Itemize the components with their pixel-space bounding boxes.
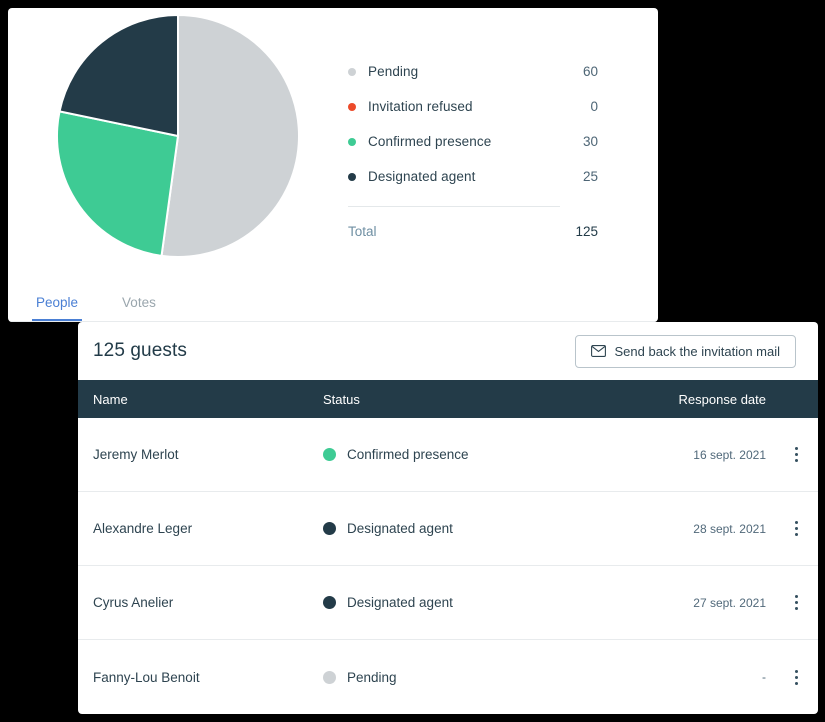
chart-legend: Pending 60 Invitation refused 0 Confirme… — [348, 8, 598, 251]
legend-value-invitation-refused: 0 — [590, 99, 598, 114]
pie-slice-pending — [160, 14, 300, 258]
table-row[interactable]: Cyrus Anelier Designated agent 27 sept. 20… — [78, 566, 818, 640]
legend-total-label: Total — [348, 223, 377, 239]
status-dot-agent-icon — [348, 172, 356, 181]
legend-item-invitation-refused: Invitation refused 0 — [348, 89, 598, 124]
status-dot-icon — [323, 596, 336, 609]
cell-response-date: 27 sept. 2021 — [693, 595, 766, 610]
kebab-menu-icon[interactable] — [774, 595, 818, 610]
kebab-menu-icon[interactable] — [774, 669, 818, 685]
cell-guest-status: Confirmed presence — [323, 447, 623, 462]
tab-people[interactable]: People — [32, 295, 83, 321]
chart-body: Pending 60 Invitation refused 0 Confirme… — [8, 8, 658, 280]
legend-item-designated-agent: Designated agent 25 — [348, 159, 598, 194]
envelope-icon — [590, 345, 606, 357]
legend-label-pending: Pending — [368, 64, 419, 79]
status-dot-icon — [323, 522, 336, 535]
table-row[interactable]: Jeremy Merlot Confirmed presence 16 sept. … — [78, 418, 818, 492]
cell-guest-status: Pending — [323, 670, 623, 685]
legend-total-value: 125 — [575, 223, 598, 239]
table-row[interactable]: Alexandre Leger Designated agent 28 sept. … — [78, 492, 818, 566]
cell-guest-status: Designated agent — [323, 521, 623, 536]
legend-total-row: Total 125 — [348, 211, 598, 251]
kebab-menu-icon[interactable] — [774, 447, 818, 462]
pie-chart-container — [8, 8, 348, 258]
legend-label-invitation-refused: Invitation refused — [368, 99, 473, 114]
cell-guest-status: Designated agent — [323, 595, 623, 610]
cell-response-date: 28 sept. 2021 — [693, 521, 766, 536]
legend-item-confirmed-presence: Confirmed presence 30 — [348, 124, 598, 159]
attendance-chart-card: Pending 60 Invitation refused 0 Confirme… — [8, 8, 658, 322]
column-header-status: Status — [323, 391, 360, 407]
legend-label-designated-agent: Designated agent — [368, 169, 476, 184]
table-column-headers: Name Status Response date — [78, 380, 818, 418]
status-dot-icon — [323, 448, 336, 461]
cell-guest-name: Fanny-Lou Benoit — [93, 669, 200, 685]
table-rows-container: Jeremy Merlot Confirmed presence 16 sept. … — [78, 418, 818, 714]
send-back-invitation-mail-button[interactable]: Send back the invitation mail — [574, 334, 796, 368]
legend-value-designated-agent: 25 — [582, 169, 598, 184]
cell-response-date: - — [762, 670, 766, 684]
status-label: Designated agent — [347, 521, 453, 536]
column-header-name: Name — [93, 391, 128, 407]
table-row[interactable]: Fanny-Lou Benoit Pending - — [78, 640, 818, 714]
status-label: Pending — [347, 669, 397, 685]
status-dot-icon — [323, 670, 336, 684]
legend-label-confirmed-presence: Confirmed presence — [368, 134, 492, 149]
legend-value-pending: 60 — [582, 64, 598, 79]
send-back-invitation-mail-label: Send back the invitation mail — [614, 343, 780, 359]
page-root: Pending 60 Invitation refused 0 Confirme… — [0, 0, 825, 722]
guests-table-card: 125 guests Send back the invitation mail… — [78, 322, 818, 714]
legend-divider — [348, 206, 560, 207]
status-dot-pending-icon — [348, 67, 356, 76]
card-tabs: People Votes — [8, 280, 658, 322]
status-dot-confirmed-icon — [348, 137, 356, 146]
legend-value-confirmed-presence: 30 — [582, 134, 598, 149]
cell-guest-name: Jeremy Merlot — [93, 447, 179, 462]
guests-count-title: 125 guests — [93, 340, 187, 361]
status-label: Designated agent — [347, 595, 453, 610]
column-header-response-date: Response date — [678, 391, 766, 407]
cell-guest-name: Alexandre Leger — [93, 521, 193, 536]
status-dot-refused-icon — [348, 102, 356, 111]
cell-response-date: 16 sept. 2021 — [693, 447, 766, 462]
cell-guest-name: Cyrus Anelier — [93, 595, 174, 610]
pie-chart — [56, 14, 300, 258]
legend-item-pending: Pending 60 — [348, 54, 598, 89]
status-label: Confirmed presence — [347, 447, 469, 462]
tab-votes[interactable]: Votes — [118, 295, 160, 321]
guests-table-header: 125 guests Send back the invitation mail — [78, 322, 818, 380]
kebab-menu-icon[interactable] — [774, 521, 818, 536]
